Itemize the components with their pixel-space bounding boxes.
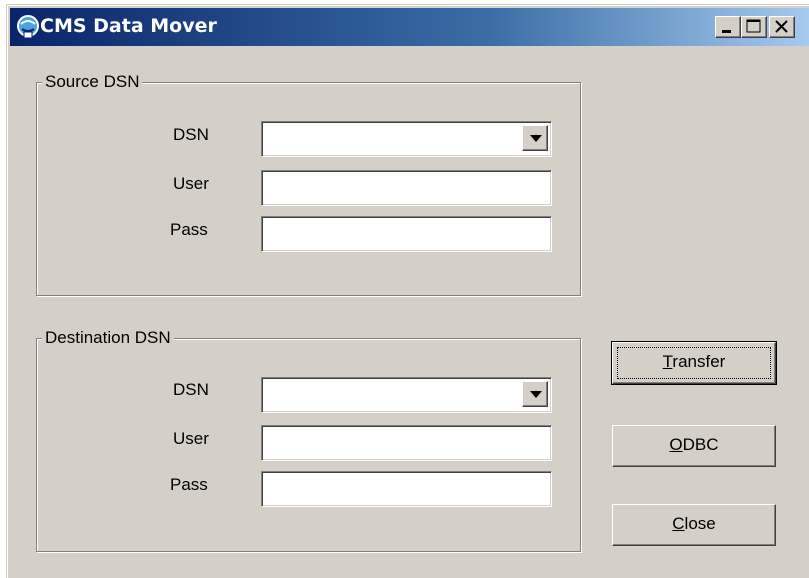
chevron-down-icon — [530, 135, 542, 142]
destination-user-input[interactable] — [261, 425, 552, 461]
source-pass-label: Pass — [170, 220, 208, 239]
source-user-label: User — [173, 174, 209, 193]
destination-pass-label: Pass — [170, 475, 208, 494]
maximize-icon — [746, 19, 761, 33]
app-window: CMS Data Mover Source DSN DSN User Pass … — [6, 4, 809, 578]
close-button[interactable]: Close — [612, 504, 776, 546]
cms-app-icon — [16, 14, 42, 40]
transfer-button-label: Transfer — [662, 352, 726, 371]
title-bar[interactable]: CMS Data Mover — [10, 8, 809, 46]
source-dsn-select[interactable] — [261, 121, 552, 157]
destination-dsn-select[interactable] — [261, 377, 552, 413]
destination-dsn-group: Destination DSN DSN User Pass — [36, 327, 581, 552]
source-dsn-group: Source DSN DSN User Pass — [36, 71, 581, 296]
chevron-down-icon — [530, 391, 542, 398]
close-icon — [775, 20, 788, 33]
destination-user-label: User — [173, 429, 209, 448]
transfer-button[interactable]: Transfer — [611, 341, 777, 385]
source-dsn-dropdown-button[interactable] — [522, 125, 548, 151]
destination-dsn-title: Destination DSN — [42, 327, 174, 349]
close-window-button[interactable] — [769, 16, 795, 38]
destination-dsn-label: DSN — [173, 380, 209, 399]
odbc-button-label: ODBC — [669, 435, 719, 454]
odbc-button[interactable]: ODBC — [612, 425, 776, 467]
source-dsn-title: Source DSN — [42, 71, 143, 93]
window-title: CMS Data Mover — [40, 15, 217, 37]
destination-pass-input[interactable] — [261, 471, 552, 507]
source-user-input[interactable] — [261, 170, 552, 206]
source-pass-input[interactable] — [261, 216, 552, 252]
maximize-button[interactable] — [741, 16, 767, 38]
minimize-icon — [722, 30, 731, 33]
minimize-button[interactable] — [715, 16, 741, 38]
close-button-label: Close — [672, 514, 716, 533]
destination-dsn-dropdown-button[interactable] — [522, 381, 548, 407]
source-dsn-label: DSN — [173, 125, 209, 144]
